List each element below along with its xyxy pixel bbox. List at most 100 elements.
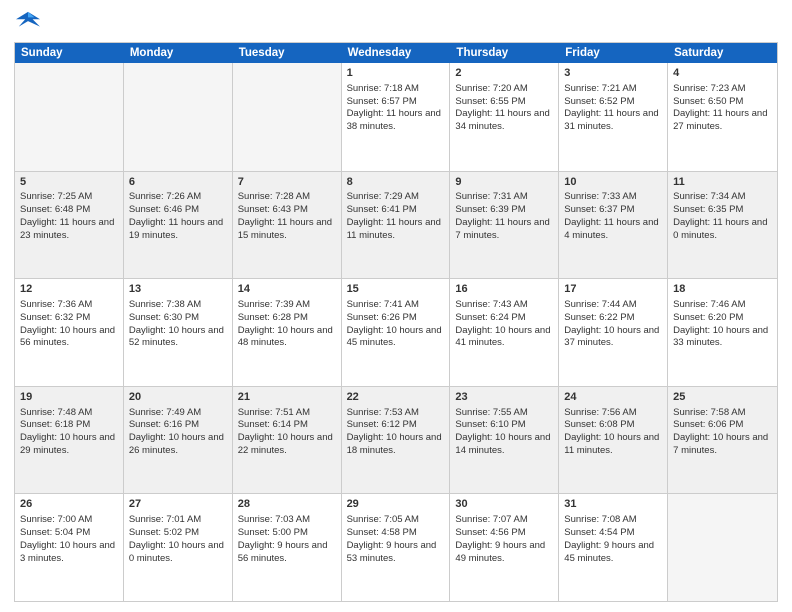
weekday-header-sunday: Sunday xyxy=(15,43,124,63)
day-info: Daylight: 11 hours and 19 minutes. xyxy=(129,217,227,243)
calendar-cell-4-5: 23Sunrise: 7:55 AMSunset: 6:10 PMDayligh… xyxy=(450,387,559,494)
calendar-cell-1-3 xyxy=(233,63,342,171)
day-info: Sunrise: 7:36 AM xyxy=(20,299,118,312)
day-number: 7 xyxy=(238,175,336,190)
day-info: Sunrise: 7:03 AM xyxy=(238,514,336,527)
day-number: 4 xyxy=(673,66,772,81)
day-info: Daylight: 10 hours and 3 minutes. xyxy=(20,540,118,566)
day-info: Daylight: 10 hours and 22 minutes. xyxy=(238,432,336,458)
day-number: 16 xyxy=(455,282,553,297)
calendar-cell-5-7 xyxy=(668,494,777,601)
weekday-header-monday: Monday xyxy=(124,43,233,63)
day-info: Daylight: 11 hours and 0 minutes. xyxy=(673,217,772,243)
day-info: Sunrise: 7:25 AM xyxy=(20,191,118,204)
day-info: Sunrise: 7:28 AM xyxy=(238,191,336,204)
calendar-cell-2-5: 9Sunrise: 7:31 AMSunset: 6:39 PMDaylight… xyxy=(450,172,559,279)
day-info: Sunrise: 7:23 AM xyxy=(673,83,772,96)
day-number: 3 xyxy=(564,66,662,81)
calendar-cell-4-6: 24Sunrise: 7:56 AMSunset: 6:08 PMDayligh… xyxy=(559,387,668,494)
day-info: Sunset: 6:50 PM xyxy=(673,96,772,109)
day-info: Sunset: 5:04 PM xyxy=(20,527,118,540)
day-info: Sunrise: 7:07 AM xyxy=(455,514,553,527)
day-info: Sunrise: 7:26 AM xyxy=(129,191,227,204)
day-info: Daylight: 10 hours and 7 minutes. xyxy=(673,432,772,458)
day-number: 15 xyxy=(347,282,445,297)
day-info: Daylight: 10 hours and 11 minutes. xyxy=(564,432,662,458)
calendar-header: SundayMondayTuesdayWednesdayThursdayFrid… xyxy=(15,43,777,63)
day-info: Sunrise: 7:58 AM xyxy=(673,407,772,420)
calendar-row-5: 26Sunrise: 7:00 AMSunset: 5:04 PMDayligh… xyxy=(15,493,777,601)
day-info: Sunrise: 7:31 AM xyxy=(455,191,553,204)
calendar-cell-3-2: 13Sunrise: 7:38 AMSunset: 6:30 PMDayligh… xyxy=(124,279,233,386)
day-info: Sunrise: 7:33 AM xyxy=(564,191,662,204)
day-number: 30 xyxy=(455,497,553,512)
day-number: 25 xyxy=(673,390,772,405)
day-info: Sunrise: 7:43 AM xyxy=(455,299,553,312)
calendar-cell-3-1: 12 Sunrise: 7:36 AMSunset: 6:32 PMDayligh… xyxy=(15,279,124,386)
day-info: Sunset: 6:24 PM xyxy=(455,312,553,325)
day-info: Sunset: 6:14 PM xyxy=(238,419,336,432)
day-number: 22 xyxy=(347,390,445,405)
day-number: 27 xyxy=(129,497,227,512)
day-info: Sunset: 6:30 PM xyxy=(129,312,227,325)
day-info: Sunrise: 7:00 AM xyxy=(20,514,118,527)
day-info: Daylight: 11 hours and 34 minutes. xyxy=(455,108,553,134)
day-info: Daylight: 10 hours and 14 minutes. xyxy=(455,432,553,458)
day-number: 5 xyxy=(20,175,118,190)
day-info: Sunrise: 7:21 AM xyxy=(564,83,662,96)
day-info: Daylight: 9 hours and 53 minutes. xyxy=(347,540,445,566)
day-info: Sunset: 6:35 PM xyxy=(673,204,772,217)
day-number: 11 xyxy=(673,175,772,190)
calendar-cell-1-5: 2Sunrise: 7:20 AMSunset: 6:55 PMDaylight… xyxy=(450,63,559,171)
day-info: Sunrise: 7:49 AM xyxy=(129,407,227,420)
calendar-cell-5-1: 26Sunrise: 7:00 AMSunset: 5:04 PMDayligh… xyxy=(15,494,124,601)
day-info: Daylight: 10 hours and 52 minutes. xyxy=(129,325,227,351)
calendar-cell-2-4: 8Sunrise: 7:29 AMSunset: 6:41 PMDaylight… xyxy=(342,172,451,279)
day-number: 18 xyxy=(673,282,772,297)
day-info: Sunset: 6:41 PM xyxy=(347,204,445,217)
calendar-cell-1-2 xyxy=(124,63,233,171)
day-info: Daylight: 10 hours and 41 minutes. xyxy=(455,325,553,351)
day-info: Sunrise: 7:53 AM xyxy=(347,407,445,420)
day-number: 2 xyxy=(455,66,553,81)
calendar-cell-3-3: 14Sunrise: 7:39 AMSunset: 6:28 PMDayligh… xyxy=(233,279,342,386)
day-info: Sunset: 6:37 PM xyxy=(564,204,662,217)
day-info: Sunrise: 7:01 AM xyxy=(129,514,227,527)
logo-icon xyxy=(14,10,42,34)
day-info: Sunset: 6:55 PM xyxy=(455,96,553,109)
calendar-row-4: 19Sunrise: 7:48 AMSunset: 6:18 PMDayligh… xyxy=(15,386,777,494)
day-info: Sunset: 6:16 PM xyxy=(129,419,227,432)
day-info: Sunset: 6:52 PM xyxy=(564,96,662,109)
calendar-cell-2-1: 5Sunrise: 7:25 AMSunset: 6:48 PMDaylight… xyxy=(15,172,124,279)
day-info: Daylight: 10 hours and 45 minutes. xyxy=(347,325,445,351)
day-info: Sunset: 6:08 PM xyxy=(564,419,662,432)
day-info: Sunrise: 7:39 AM xyxy=(238,299,336,312)
day-info: Sunset: 5:00 PM xyxy=(238,527,336,540)
calendar-cell-3-5: 16 Sunrise: 7:43 AMSunset: 6:24 PMDayligh… xyxy=(450,279,559,386)
day-info: Daylight: 10 hours and 18 minutes. xyxy=(347,432,445,458)
day-info: Sunset: 6:06 PM xyxy=(673,419,772,432)
calendar-cell-4-2: 20Sunrise: 7:49 AMSunset: 6:16 PMDayligh… xyxy=(124,387,233,494)
day-info: Daylight: 11 hours and 11 minutes. xyxy=(347,217,445,243)
day-info: Sunrise: 7:05 AM xyxy=(347,514,445,527)
calendar-cell-5-2: 27Sunrise: 7:01 AMSunset: 5:02 PMDayligh… xyxy=(124,494,233,601)
day-number: 12 xyxy=(20,282,118,297)
day-number: 10 xyxy=(564,175,662,190)
day-number: 19 xyxy=(20,390,118,405)
calendar-cell-3-6: 17Sunrise: 7:44 AMSunset: 6:22 PMDayligh… xyxy=(559,279,668,386)
day-info: Sunrise: 7:51 AM xyxy=(238,407,336,420)
day-number: 14 xyxy=(238,282,336,297)
day-number: 1 xyxy=(347,66,445,81)
day-info: Daylight: 9 hours and 56 minutes. xyxy=(238,540,336,566)
day-info: Sunset: 4:56 PM xyxy=(455,527,553,540)
calendar-cell-1-6: 3 Sunrise: 7:21 AMSunset: 6:52 PMDaylight… xyxy=(559,63,668,171)
day-info: Daylight: 10 hours and 56 minutes. xyxy=(20,325,118,351)
day-info: Sunrise: 7:46 AM xyxy=(673,299,772,312)
day-info: Sunset: 6:32 PM xyxy=(20,312,118,325)
day-info: Sunrise: 7:48 AM xyxy=(20,407,118,420)
day-info: Daylight: 11 hours and 31 minutes. xyxy=(564,108,662,134)
calendar-cell-5-4: 29Sunrise: 7:05 AMSunset: 4:58 PMDayligh… xyxy=(342,494,451,601)
day-info: Sunrise: 7:08 AM xyxy=(564,514,662,527)
day-info: Daylight: 9 hours and 45 minutes. xyxy=(564,540,662,566)
day-info: Sunrise: 7:44 AM xyxy=(564,299,662,312)
